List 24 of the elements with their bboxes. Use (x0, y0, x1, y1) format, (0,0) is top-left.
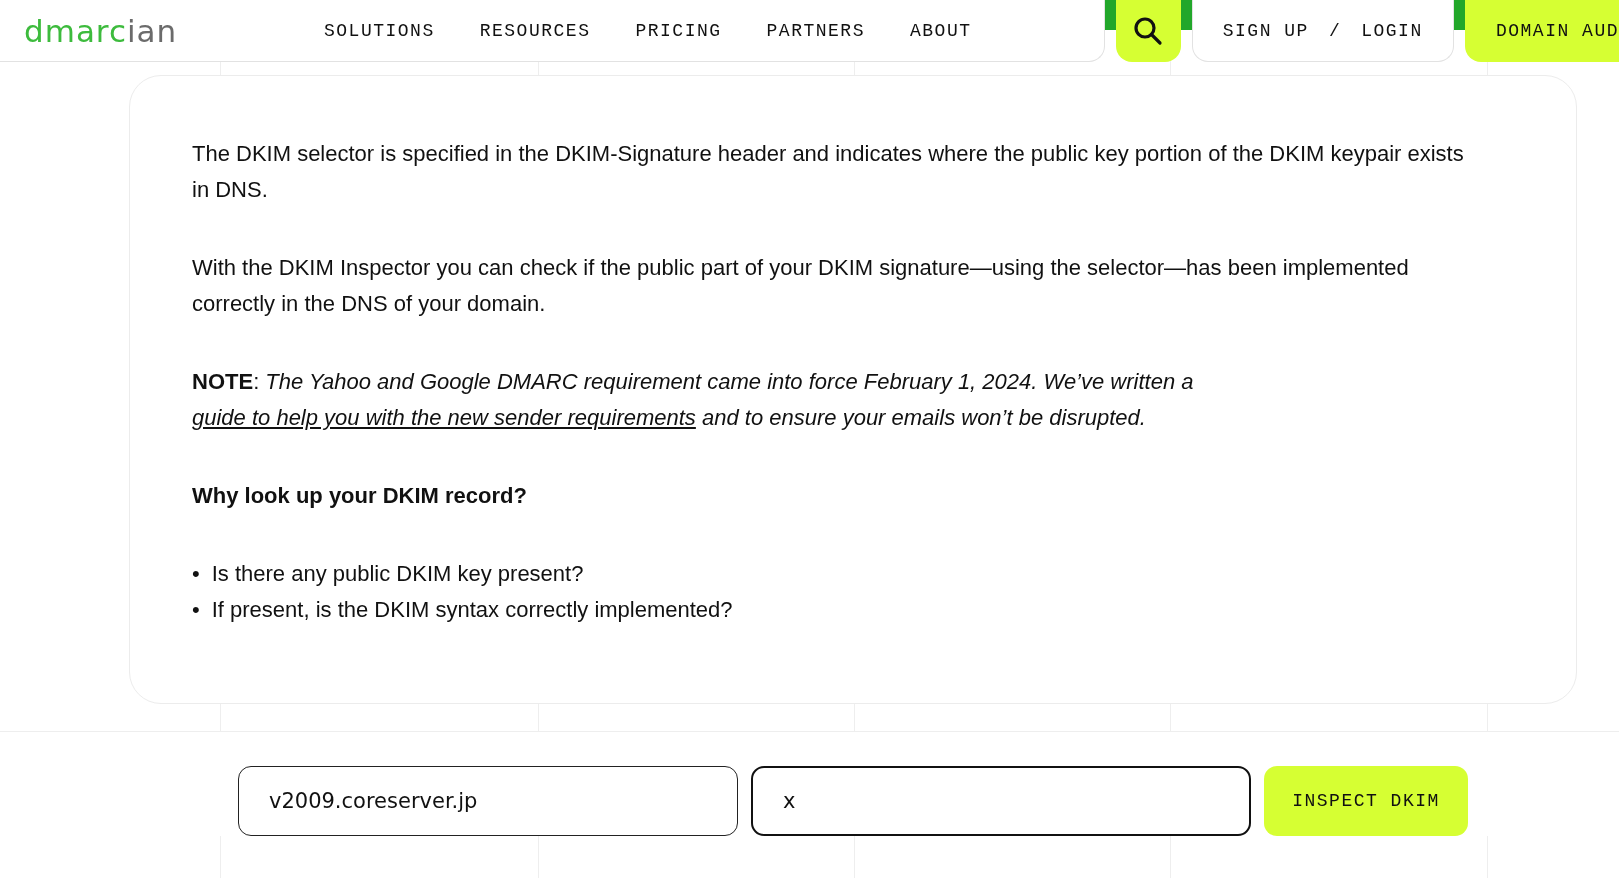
sign-up-link[interactable]: SIGN UP (1222, 20, 1309, 41)
separator: / (1328, 20, 1342, 41)
search-button[interactable] (1115, 0, 1181, 62)
login-link[interactable]: LOGIN (1361, 20, 1423, 41)
bullet-item: If present, is the DKIM syntax correctly implemented? (211, 596, 733, 624)
inspect-dkim-button[interactable]: INSPECT DKIM (1264, 766, 1468, 836)
section-heading: Why look up your DKIM record? (192, 482, 528, 510)
search-icon (1133, 16, 1164, 46)
nav-link[interactable]: PRICING (635, 20, 722, 41)
domain-audit-button[interactable]: DOMAIN AUD (1464, 0, 1619, 62)
body-paragraph: The DKIM selector is specified in the DKIM-Signature header and indicates where the public key portion of the DKIM keypair exists in DNS. (192, 140, 1465, 204)
nav-link[interactable]: ABOUT (910, 20, 972, 41)
note-paragraph: NOTE: The Yahoo and Google DMARC requirement came into force February 1, 2024. We’ve written a guide to help you with the new sender requirements and to ensure your emails won’t be disrupted. (192, 368, 1195, 432)
guide-link[interactable]: guide to help you with the new sender requirements (192, 405, 696, 430)
domain-field[interactable]: v2009.coreserver.jp (238, 766, 738, 836)
bullet-marker: • (192, 560, 200, 588)
nav-link[interactable]: SOLUTIONS (324, 20, 435, 41)
bullet-marker: • (192, 596, 200, 624)
selector-field[interactable]: x (751, 766, 1251, 836)
bullet-item: Is there any public DKIM key present? (211, 560, 584, 588)
body-paragraph: With the DKIM Inspector you can check if the public part of your DKIM signature—using the selector—has been implemented correctly in the DNS of your domain. (192, 254, 1410, 318)
logo[interactable]: dmarcian (24, 12, 324, 49)
nav-link[interactable]: RESOURCES (479, 20, 591, 41)
nav-link[interactable]: PARTNERS (766, 20, 865, 41)
